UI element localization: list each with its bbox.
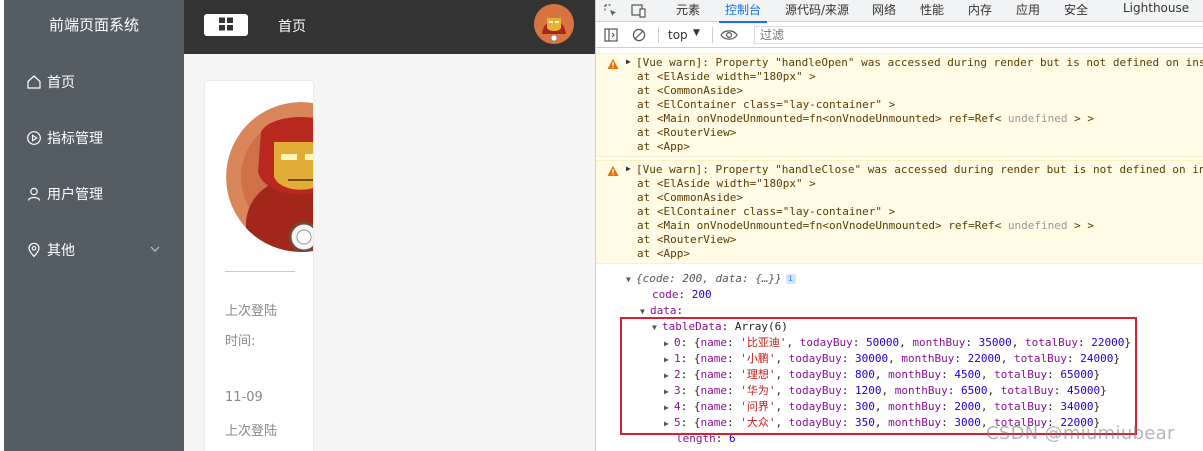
video-play-icon [24,128,44,148]
devtools-tabbar: 元素 控制台 源代码/来源 网络 性能 内存 应用 安全 Lighthouse [596,0,1203,23]
stack-line: at <Main onVnodeUnmounted=fn<onVnodeUnmo… [637,112,1094,125]
tab-performance[interactable]: 性能 [920,1,944,21]
console-filter-input[interactable] [754,26,1203,44]
main-content: 上次登陆 时间: 11-09 上次登陆 [184,54,595,451]
last-login-time-label: 时间: [225,334,256,349]
sidebar: 前端页面系统 首页 指标管理 用户管理 其他 [4,0,184,451]
house-icon [24,72,44,92]
stack-line: at <App> [637,247,690,260]
stack-line: at <ElContainer class="lay-container" > [637,205,896,218]
sidebar-item-metrics[interactable]: 指标管理 [4,110,184,166]
tab-lighthouse[interactable]: Lighthouse [1123,1,1189,21]
warning-message[interactable]: [Vue warn]: Property "handleClose" was a… [636,163,1203,177]
user-card: 上次登陆 时间: 11-09 上次登陆 [204,80,314,451]
sidebar-item-users[interactable]: 用户管理 [4,166,184,222]
clear-console-icon[interactable] [630,26,648,44]
eye-icon[interactable] [720,26,738,44]
sidebar-item-label: 用户管理 [47,187,103,203]
highlight-box [620,317,1137,435]
user-icon [24,184,44,204]
tab-sources[interactable]: 源代码/来源 [785,1,849,21]
stack-line: at <CommonAside> [637,84,743,97]
stack-line: at <RouterView> [637,233,737,246]
sidebar-toggle-icon[interactable] [602,26,620,44]
screen: 前端页面系统 首页 指标管理 用户管理 其他 首页 上次登陆 时间: 11-09… [0,0,1203,451]
collapse-menu-button[interactable] [204,14,248,36]
info-icon: i [785,274,796,284]
device-toolbar-icon[interactable] [630,2,648,20]
stack-line: at <ElAside width="180px" > [637,177,816,190]
warning-icon [607,58,619,70]
stack-line: at <App> [637,140,690,153]
last-login-date: 11-09 [225,390,263,405]
inspect-element-icon[interactable] [602,2,620,20]
object-property-row: code: 200 [652,288,712,301]
grid-menu-icon [218,16,234,35]
sidebar-item-home[interactable]: 首页 [4,54,184,110]
sidebar-item-label: 其他 [47,243,75,259]
vue-app: 前端页面系统 首页 指标管理 用户管理 其他 首页 上次登陆 时间: 11-09… [0,0,595,451]
console-warning: ▶ [Vue warn]: Property "handleClose" was… [596,160,1203,264]
tab-elements[interactable]: 元素 [676,1,700,21]
tab-memory[interactable]: 内存 [968,1,992,21]
stack-line: at <ElContainer class="lay-container" > [637,98,896,111]
breadcrumb[interactable]: 首页 [278,16,306,36]
console-object-log: ▼ {code: 200, data: {…}} i code: 200 ▼ data… [596,265,1203,451]
app-header: 首页 [184,0,595,54]
devtools-panel: 元素 控制台 源代码/来源 网络 性能 内存 应用 安全 Lighthouse … [595,0,1203,451]
sidebar-item-label: 指标管理 [47,131,103,147]
context-selector[interactable]: top [668,28,688,42]
console-toolbar: top ▼ [596,23,1203,48]
tab-application[interactable]: 应用 [1016,1,1040,21]
last-login-label-2: 上次登陆 [225,424,278,439]
tab-security[interactable]: 安全 [1064,1,1088,21]
stack-line: at <RouterView> [637,126,737,139]
app-brand: 前端页面系统 [48,16,139,34]
console-warning: ▶ [Vue warn]: Property "handleOpen" was … [596,53,1203,157]
sidebar-item-label: 首页 [47,75,75,91]
toolbar-divider [658,27,659,43]
user-avatar[interactable] [534,4,574,44]
stack-line: at <CommonAside> [637,191,743,204]
stack-line: at <Main onVnodeUnmounted=fn<onVnodeUnmo… [637,219,1094,232]
object-summary-row[interactable]: ▼ {code: 200, data: {…}} i [626,272,796,287]
profile-avatar [226,102,313,252]
expand-triangle-icon[interactable]: ▶ [626,164,631,173]
chevron-down-icon [148,242,162,256]
tab-network[interactable]: 网络 [872,1,896,21]
card-divider [225,271,295,272]
watermark-text: CSDN @miumiubear [986,423,1175,444]
stack-line: at <ElAside width="180px" > [637,70,816,83]
warning-message[interactable]: [Vue warn]: Property "handleOpen" was ac… [636,56,1203,70]
warning-icon [607,165,619,177]
sidebar-item-other[interactable]: 其他 [4,222,184,278]
caret-down-icon: ▼ [693,28,700,38]
expand-triangle-icon[interactable]: ▶ [626,57,631,66]
tab-console[interactable]: 控制台 [718,1,768,23]
toolbar-divider [712,27,713,43]
location-icon [24,240,44,260]
last-login-label: 上次登陆 [225,304,278,319]
